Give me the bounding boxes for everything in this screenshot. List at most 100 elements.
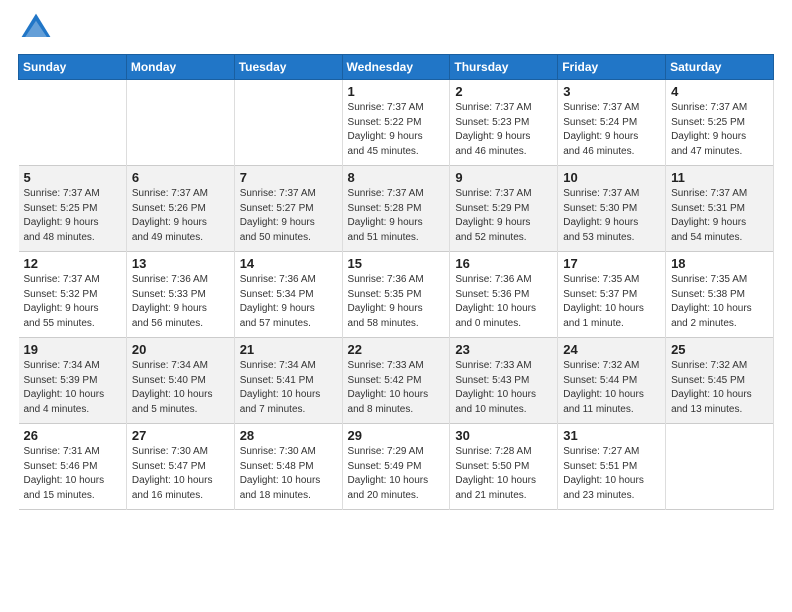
- cell-day-number: 27: [132, 428, 229, 443]
- cell-info: Sunrise: 7:35 AM Sunset: 5:38 PM Dayligh…: [671, 273, 768, 331]
- calendar-cell: 21 Sunrise: 7:34 AM Sunset: 5:41 PM Dayli…: [234, 338, 342, 424]
- calendar-cell: 6 Sunrise: 7:37 AM Sunset: 5:26 PM Daylig…: [126, 166, 234, 252]
- weekday-header-sunday: Sunday: [19, 55, 127, 80]
- calendar-cell: 4 Sunrise: 7:37 AM Sunset: 5:25 PM Daylig…: [666, 80, 774, 166]
- calendar-cell: [234, 80, 342, 166]
- cell-day-number: 13: [132, 256, 229, 271]
- week-row-1: 1 Sunrise: 7:37 AM Sunset: 5:22 PM Daylig…: [19, 80, 774, 166]
- calendar-cell: 31 Sunrise: 7:27 AM Sunset: 5:51 PM Dayli…: [558, 424, 666, 510]
- calendar-cell: 5 Sunrise: 7:37 AM Sunset: 5:25 PM Daylig…: [19, 166, 127, 252]
- calendar-cell: 18 Sunrise: 7:35 AM Sunset: 5:38 PM Dayli…: [666, 252, 774, 338]
- calendar-cell: 30 Sunrise: 7:28 AM Sunset: 5:50 PM Dayli…: [450, 424, 558, 510]
- cell-day-number: 23: [455, 342, 552, 357]
- cell-info: Sunrise: 7:37 AM Sunset: 5:30 PM Dayligh…: [563, 187, 660, 245]
- calendar-cell: 12 Sunrise: 7:37 AM Sunset: 5:32 PM Dayli…: [19, 252, 127, 338]
- calendar-cell: 16 Sunrise: 7:36 AM Sunset: 5:36 PM Dayli…: [450, 252, 558, 338]
- calendar-cell: 9Sunrise: 7:37 AM Sunset: 5:29 PM Daylig…: [450, 166, 558, 252]
- cell-info: Sunrise: 7:37 AM Sunset: 5:28 PM Dayligh…: [348, 187, 445, 245]
- calendar-cell: 22 Sunrise: 7:33 AM Sunset: 5:42 PM Dayli…: [342, 338, 450, 424]
- cell-info: Sunrise: 7:37 AM Sunset: 5:25 PM Dayligh…: [24, 187, 121, 245]
- calendar-cell: 27 Sunrise: 7:30 AM Sunset: 5:47 PM Dayli…: [126, 424, 234, 510]
- cell-day-number: 2: [455, 84, 552, 99]
- cell-info: Sunrise: 7:37 AM Sunset: 5:22 PM Dayligh…: [348, 101, 445, 159]
- cell-info: Sunrise: 7:36 AM Sunset: 5:36 PM Dayligh…: [455, 273, 552, 331]
- calendar-cell: 10 Sunrise: 7:37 AM Sunset: 5:30 PM Dayli…: [558, 166, 666, 252]
- cell-info: Sunrise: 7:31 AM Sunset: 5:46 PM Dayligh…: [24, 445, 121, 503]
- cell-info: Sunrise: 7:37 AM Sunset: 5:32 PM Dayligh…: [24, 273, 121, 331]
- cell-info: Sunrise: 7:27 AM Sunset: 5:51 PM Dayligh…: [563, 445, 660, 503]
- cell-info: Sunrise: 7:34 AM Sunset: 5:41 PM Dayligh…: [240, 359, 337, 417]
- weekday-row: SundayMondayTuesdayWednesdayThursdayFrid…: [19, 55, 774, 80]
- calendar-cell: 20 Sunrise: 7:34 AM Sunset: 5:40 PM Dayli…: [126, 338, 234, 424]
- calendar-cell: 7 Sunrise: 7:37 AM Sunset: 5:27 PM Daylig…: [234, 166, 342, 252]
- calendar-cell: 17Sunrise: 7:35 AM Sunset: 5:37 PM Dayli…: [558, 252, 666, 338]
- calendar-cell: 28Sunrise: 7:30 AM Sunset: 5:48 PM Dayli…: [234, 424, 342, 510]
- calendar-cell: 26Sunrise: 7:31 AM Sunset: 5:46 PM Dayli…: [19, 424, 127, 510]
- calendar-cell: 24 Sunrise: 7:32 AM Sunset: 5:44 PM Dayli…: [558, 338, 666, 424]
- cell-info: Sunrise: 7:30 AM Sunset: 5:48 PM Dayligh…: [240, 445, 337, 503]
- cell-info: Sunrise: 7:34 AM Sunset: 5:39 PM Dayligh…: [24, 359, 121, 417]
- calendar-body: 1 Sunrise: 7:37 AM Sunset: 5:22 PM Daylig…: [19, 80, 774, 510]
- calendar-cell: 8 Sunrise: 7:37 AM Sunset: 5:28 PM Daylig…: [342, 166, 450, 252]
- calendar-cell: 14Sunrise: 7:36 AM Sunset: 5:34 PM Dayli…: [234, 252, 342, 338]
- cell-info: Sunrise: 7:36 AM Sunset: 5:34 PM Dayligh…: [240, 273, 337, 331]
- calendar-cell: 29Sunrise: 7:29 AM Sunset: 5:49 PM Dayli…: [342, 424, 450, 510]
- logo-icon: [18, 10, 54, 46]
- calendar-cell: 1 Sunrise: 7:37 AM Sunset: 5:22 PM Daylig…: [342, 80, 450, 166]
- cell-day-number: 18: [671, 256, 768, 271]
- cell-info: Sunrise: 7:28 AM Sunset: 5:50 PM Dayligh…: [455, 445, 552, 503]
- cell-info: Sunrise: 7:37 AM Sunset: 5:23 PM Dayligh…: [455, 101, 552, 159]
- cell-day-number: 19: [24, 342, 121, 357]
- calendar-cell: 19 Sunrise: 7:34 AM Sunset: 5:39 PM Dayli…: [19, 338, 127, 424]
- calendar-cell: [666, 424, 774, 510]
- cell-day-number: 10: [563, 170, 660, 185]
- cell-day-number: 21: [240, 342, 337, 357]
- cell-info: Sunrise: 7:37 AM Sunset: 5:25 PM Dayligh…: [671, 101, 768, 159]
- cell-day-number: 25: [671, 342, 768, 357]
- cell-info: Sunrise: 7:36 AM Sunset: 5:35 PM Dayligh…: [348, 273, 445, 331]
- cell-info: Sunrise: 7:36 AM Sunset: 5:33 PM Dayligh…: [132, 273, 229, 331]
- weekday-header-wednesday: Wednesday: [342, 55, 450, 80]
- cell-day-number: 20: [132, 342, 229, 357]
- cell-info: Sunrise: 7:32 AM Sunset: 5:45 PM Dayligh…: [671, 359, 768, 417]
- cell-day-number: 3: [563, 84, 660, 99]
- cell-day-number: 5: [24, 170, 121, 185]
- cell-day-number: 4: [671, 84, 768, 99]
- calendar-cell: [19, 80, 127, 166]
- logo: [18, 10, 56, 46]
- cell-day-number: 31: [563, 428, 660, 443]
- calendar-cell: 13 Sunrise: 7:36 AM Sunset: 5:33 PM Dayli…: [126, 252, 234, 338]
- calendar-cell: 23 Sunrise: 7:33 AM Sunset: 5:43 PM Dayli…: [450, 338, 558, 424]
- cell-info: Sunrise: 7:37 AM Sunset: 5:24 PM Dayligh…: [563, 101, 660, 159]
- cell-day-number: 30: [455, 428, 552, 443]
- header: [18, 10, 774, 46]
- weekday-header-monday: Monday: [126, 55, 234, 80]
- cell-day-number: 1: [348, 84, 445, 99]
- calendar-cell: 15Sunrise: 7:36 AM Sunset: 5:35 PM Dayli…: [342, 252, 450, 338]
- cell-info: Sunrise: 7:33 AM Sunset: 5:42 PM Dayligh…: [348, 359, 445, 417]
- cell-info: Sunrise: 7:37 AM Sunset: 5:31 PM Dayligh…: [671, 187, 768, 245]
- weekday-header-saturday: Saturday: [666, 55, 774, 80]
- cell-day-number: 6: [132, 170, 229, 185]
- cell-info: Sunrise: 7:32 AM Sunset: 5:44 PM Dayligh…: [563, 359, 660, 417]
- calendar-header: SundayMondayTuesdayWednesdayThursdayFrid…: [19, 55, 774, 80]
- page: SundayMondayTuesdayWednesdayThursdayFrid…: [0, 0, 792, 612]
- cell-day-number: 24: [563, 342, 660, 357]
- cell-day-number: 16: [455, 256, 552, 271]
- cell-day-number: 12: [24, 256, 121, 271]
- cell-info: Sunrise: 7:34 AM Sunset: 5:40 PM Dayligh…: [132, 359, 229, 417]
- cell-day-number: 8: [348, 170, 445, 185]
- calendar-cell: 2 Sunrise: 7:37 AM Sunset: 5:23 PM Daylig…: [450, 80, 558, 166]
- cell-info: Sunrise: 7:37 AM Sunset: 5:27 PM Dayligh…: [240, 187, 337, 245]
- cell-day-number: 17: [563, 256, 660, 271]
- week-row-5: 26Sunrise: 7:31 AM Sunset: 5:46 PM Dayli…: [19, 424, 774, 510]
- cell-info: Sunrise: 7:29 AM Sunset: 5:49 PM Dayligh…: [348, 445, 445, 503]
- cell-info: Sunrise: 7:30 AM Sunset: 5:47 PM Dayligh…: [132, 445, 229, 503]
- calendar-cell: 11Sunrise: 7:37 AM Sunset: 5:31 PM Dayli…: [666, 166, 774, 252]
- cell-info: Sunrise: 7:37 AM Sunset: 5:26 PM Dayligh…: [132, 187, 229, 245]
- calendar-cell: [126, 80, 234, 166]
- cell-day-number: 7: [240, 170, 337, 185]
- calendar-table: SundayMondayTuesdayWednesdayThursdayFrid…: [18, 54, 774, 510]
- cell-info: Sunrise: 7:33 AM Sunset: 5:43 PM Dayligh…: [455, 359, 552, 417]
- cell-day-number: 22: [348, 342, 445, 357]
